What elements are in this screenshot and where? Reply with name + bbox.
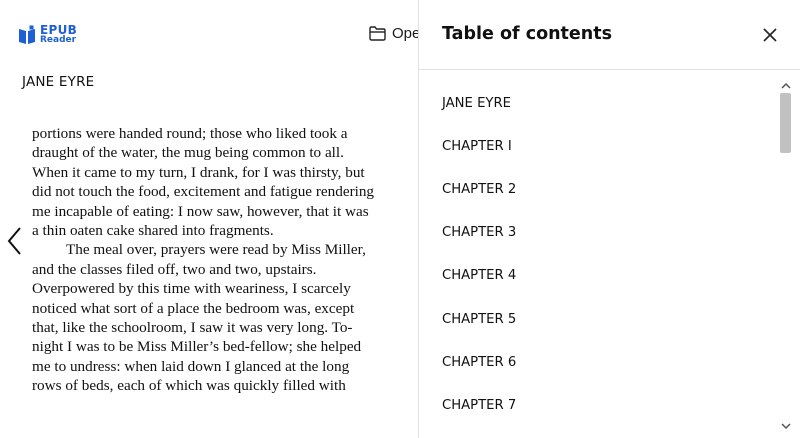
toc-item-chapter-4[interactable]: CHAPTER 4 (442, 268, 516, 283)
paragraph: portions were handed round; those who li… (32, 125, 375, 240)
toc-title: Table of contents (442, 24, 613, 44)
toc-item-chapter-5[interactable]: CHAPTER 5 (442, 312, 516, 327)
close-icon (763, 28, 777, 42)
logo-text: EPUB Reader (40, 23, 78, 45)
toc-header: Table of contents (419, 0, 800, 70)
book-icon (19, 25, 35, 44)
toc-panel: Table of contents JANE EYRE CHAPTER I CH… (418, 0, 800, 438)
scroll-down-arrow-icon[interactable] (781, 422, 791, 430)
app-logo[interactable]: EPUB Reader (18, 23, 78, 45)
toc-item-chapter-1[interactable]: CHAPTER I (442, 139, 512, 154)
toc-item-chapter-2[interactable]: CHAPTER 2 (442, 182, 516, 197)
toc-item-chapter-7[interactable]: CHAPTER 7 (442, 398, 516, 413)
paragraph: The meal over, prayers were read by Miss… (32, 241, 366, 395)
book-title: JANE EYRE (22, 74, 95, 90)
toc-item-jane-eyre[interactable]: JANE EYRE (442, 96, 511, 111)
reader-pane: EPUB Reader Ope JANE EYRE portions were … (0, 0, 418, 438)
logo-line1: EPUB (40, 23, 78, 37)
scroll-thumb[interactable] (780, 93, 791, 153)
toc-scrollbar[interactable] (779, 80, 793, 430)
open-button-label: Ope (392, 25, 418, 42)
previous-page-button[interactable] (4, 224, 26, 258)
toc-item-chapter-6[interactable]: CHAPTER 6 (442, 355, 516, 370)
close-toc-button[interactable] (760, 25, 780, 45)
page-content: portions were handed round; those who li… (32, 124, 377, 396)
folder-icon (369, 26, 386, 41)
open-book-button[interactable]: Ope (369, 25, 418, 42)
chevron-left-icon (7, 227, 21, 255)
toc-item-chapter-3[interactable]: CHAPTER 3 (442, 225, 516, 240)
scroll-up-arrow-icon[interactable] (781, 82, 791, 90)
logo-line2: Reader (40, 35, 77, 45)
toc-list: JANE EYRE CHAPTER I CHAPTER 2 CHAPTER 3 … (419, 71, 779, 438)
